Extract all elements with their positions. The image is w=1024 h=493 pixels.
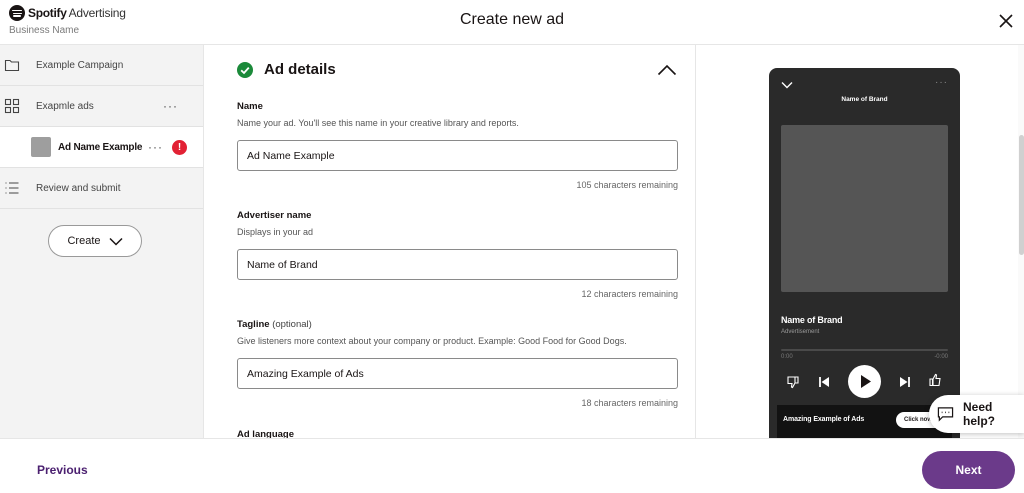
next-button[interactable]: Next — [922, 451, 1015, 489]
list-icon — [5, 182, 19, 194]
name-help: Name your ad. You'll see this name in yo… — [237, 118, 519, 128]
tagline-banner: Amazing Example of Ads Click now — [777, 405, 952, 438]
grid-icon — [4, 98, 20, 114]
banner-tagline: Amazing Example of Ads — [783, 416, 865, 423]
sidebar-item-campaign[interactable]: Example Campaign — [0, 45, 203, 86]
tagline-characters-remaining: 18 characters remaining — [581, 398, 678, 408]
scrollbar-thumb[interactable] — [1019, 135, 1024, 255]
ad-name-input[interactable] — [237, 140, 678, 171]
advertiser-label: Advertiser name — [237, 210, 312, 221]
preview-brand-name: Name of Brand — [781, 315, 843, 325]
campaign-sidebar: Example Campaign Exapmle ads ··· Ad Name… — [0, 45, 204, 438]
previous-button[interactable]: Previous — [37, 463, 88, 477]
folder-icon — [4, 59, 20, 72]
ad-details-form: Ad details Name Name your ad. You'll see… — [220, 45, 695, 438]
more-options-icon: ··· — [935, 77, 948, 88]
phone-preview: ··· Name of Brand Name of Brand Advertis… — [769, 68, 960, 438]
tagline-label-text: Tagline — [237, 319, 270, 330]
sidebar-item-label: Example Campaign — [36, 59, 124, 71]
sidebar-item-label: Ad Name Example — [58, 141, 143, 153]
chevron-down-icon — [781, 82, 793, 89]
advertiser-help: Displays in your ad — [237, 227, 314, 237]
need-help-label: Need help? — [962, 400, 995, 428]
section-header: Ad details — [237, 61, 336, 78]
sidebar-item-ad[interactable]: Ad Name Example ··· ! — [0, 127, 203, 168]
advertiser-name-input[interactable] — [237, 249, 678, 280]
ad-artwork — [781, 125, 948, 292]
create-button[interactable]: Create — [48, 225, 142, 257]
error-icon: ! — [172, 139, 187, 155]
preview-header-title: Name of Brand — [841, 96, 888, 103]
chevron-up-icon[interactable] — [657, 64, 677, 76]
ad-preview-panel: ··· Name of Brand Name of Brand Advertis… — [695, 45, 1024, 438]
thumbs-down-icon — [787, 376, 799, 389]
close-icon[interactable] — [998, 13, 1014, 29]
chat-bubble-icon — [937, 407, 954, 422]
more-options-icon[interactable]: ··· — [148, 140, 163, 154]
more-options-icon[interactable]: ··· — [163, 99, 178, 113]
footer-bar: Previous Next — [0, 438, 1024, 493]
chevron-down-icon — [108, 237, 123, 246]
optional-tag: (optional) — [272, 319, 312, 330]
tagline-help: Give listeners more context about your c… — [237, 336, 627, 346]
checkmark-icon — [237, 61, 253, 78]
sidebar-item-label: Review and submit — [36, 182, 121, 194]
tagline-label: Tagline (optional) — [237, 319, 312, 330]
remaining-time: -0:00 — [934, 354, 948, 360]
sidebar-item-ad-set[interactable]: Exapmle ads ··· — [0, 86, 203, 127]
create-button-label: Create — [67, 235, 101, 247]
need-help-button[interactable]: Need help? — [929, 395, 1024, 433]
name-characters-remaining: 105 characters remaining — [576, 180, 678, 190]
elapsed-time: 0:00 — [781, 354, 793, 360]
thumbs-up-icon — [929, 373, 941, 387]
scrollbar[interactable] — [1018, 45, 1024, 438]
name-label: Name — [237, 101, 263, 112]
previous-track-icon — [819, 377, 829, 387]
sidebar-item-label: Exapmle ads — [36, 100, 94, 112]
advertiser-characters-remaining: 12 characters remaining — [581, 289, 678, 299]
play-icon — [861, 375, 871, 388]
next-track-icon — [900, 377, 910, 387]
preview-advertisement-label: Advertisement — [781, 329, 820, 335]
ad-thumbnail — [31, 137, 51, 157]
playback-progress-bar — [781, 349, 948, 351]
tagline-input[interactable] — [237, 358, 678, 389]
ad-language-label: Ad language — [237, 429, 295, 438]
sidebar-item-review[interactable]: Review and submit — [0, 168, 203, 209]
section-title: Ad details — [264, 61, 336, 78]
page-title: Create new ad — [459, 11, 565, 28]
top-bar: Spotify Advertising Business Name Create… — [0, 0, 1024, 45]
play-button — [848, 365, 881, 398]
